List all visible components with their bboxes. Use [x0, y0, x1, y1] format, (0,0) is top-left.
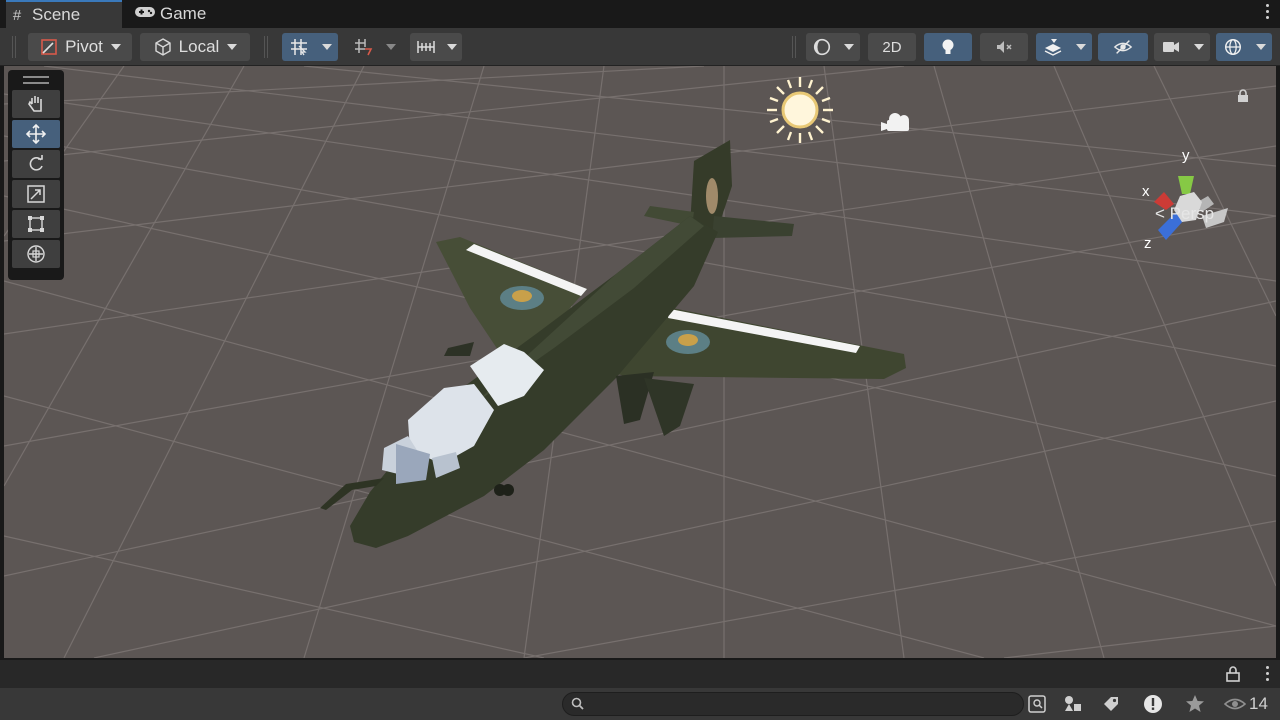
chevron-down-icon	[446, 44, 457, 50]
lighting-toggle[interactable]	[924, 33, 972, 61]
ruler-icon	[416, 37, 436, 57]
label-tag-icon[interactable]	[1100, 694, 1122, 714]
shapes-filter-icon[interactable]	[1062, 694, 1084, 714]
chevron-down-icon[interactable]	[385, 44, 396, 50]
y-axis-cone	[1178, 176, 1194, 194]
orientation-gizmo[interactable]: y x z	[1136, 146, 1236, 256]
z-axis-label: z	[1144, 235, 1152, 252]
bottom-toolbar: 14	[0, 688, 1280, 720]
grid-snap-toggle[interactable]	[282, 33, 338, 61]
increment-snap-toggle[interactable]	[346, 33, 402, 61]
lock-icon[interactable]	[1226, 666, 1240, 687]
chevron-down-icon	[227, 44, 238, 50]
layers-effects-icon	[1043, 37, 1063, 57]
effects-dropdown[interactable]	[1036, 33, 1092, 61]
chevron-down-icon[interactable]	[321, 44, 332, 50]
eye-slash-icon	[1113, 37, 1133, 57]
pivot-label: Pivot	[65, 37, 103, 56]
visible-count: 14	[1249, 694, 1268, 713]
scale-tool-button[interactable]	[12, 180, 60, 208]
transform-tool-button[interactable]	[12, 240, 60, 268]
status-strip	[0, 660, 1280, 688]
speaker-muted-icon	[994, 37, 1014, 57]
rotate-icon	[29, 155, 43, 171]
scene-toolbar: Pivot Local 2D	[0, 28, 1280, 66]
aircraft-model	[320, 140, 906, 548]
y-axis-label: y	[1182, 147, 1190, 164]
shaded-sphere-icon	[812, 37, 832, 57]
pivot-dropdown[interactable]: Pivot	[28, 33, 132, 61]
star-favorite-icon[interactable]	[1184, 694, 1206, 714]
chevron-down-icon	[110, 44, 121, 50]
tab-scene-label: Scene	[32, 5, 81, 24]
toolbar-grip	[792, 36, 796, 58]
gamepad-icon	[134, 5, 156, 23]
scene-visibility-toggle[interactable]	[1098, 33, 1148, 61]
rect-transform-icon	[28, 216, 44, 232]
local-cube-icon	[153, 37, 173, 57]
eye-visibility-icon[interactable]	[1224, 694, 1246, 714]
draw-mode-dropdown[interactable]	[806, 33, 860, 61]
chevron-down-icon	[1193, 44, 1204, 50]
gizmo-lock-icon[interactable]	[1237, 89, 1249, 108]
window-menu-icon[interactable]	[1264, 4, 1270, 22]
camera-dropdown[interactable]	[1154, 33, 1210, 61]
rect-tool-button[interactable]	[12, 210, 60, 238]
projection-label: Persp	[1169, 204, 1215, 223]
tab-game-label: Game	[160, 4, 207, 23]
tab-bar: # Scene Game	[0, 0, 1280, 28]
lightbulb-icon	[938, 37, 958, 57]
gizmos-dropdown[interactable]	[1216, 33, 1272, 61]
local-dropdown[interactable]: Local	[140, 33, 250, 61]
scene-camera-icon	[881, 113, 909, 131]
globe-gizmo-icon	[1223, 37, 1243, 57]
warning-alert-icon[interactable]	[1142, 694, 1164, 714]
scene-viewport[interactable]: y x z < Persp	[4, 66, 1276, 658]
pivot-icon	[39, 37, 59, 57]
toolbar-grip	[12, 36, 16, 58]
video-camera-icon	[1161, 37, 1181, 57]
projection-toggle[interactable]: < Persp	[1155, 204, 1214, 224]
hand-icon	[28, 96, 42, 112]
chevron-down-icon[interactable]	[1255, 44, 1266, 50]
audio-toggle[interactable]	[980, 33, 1028, 61]
local-label: Local	[178, 37, 220, 56]
scale-icon	[27, 185, 45, 203]
rotate-tool-button[interactable]	[12, 150, 60, 178]
tab-game[interactable]: Game	[134, 0, 234, 28]
transform-icon	[27, 245, 45, 263]
search-icon	[571, 697, 585, 716]
search-by-type-icon[interactable]	[1026, 694, 1048, 714]
chevron-down-icon	[844, 44, 854, 50]
overlay-drag-handle[interactable]	[23, 76, 49, 84]
2d-toggle[interactable]: 2D	[868, 33, 916, 61]
tab-scene[interactable]: # Scene	[6, 0, 122, 28]
chevron-left-icon: <	[1155, 204, 1170, 223]
x-axis-label: x	[1142, 183, 1150, 200]
hand-tool-button[interactable]	[12, 90, 60, 118]
sun-light-icon	[767, 77, 833, 143]
toolbar-grip	[264, 36, 268, 58]
increment-snap-icon	[353, 37, 373, 57]
ruler-snap-dropdown[interactable]	[410, 33, 462, 61]
search-field[interactable]	[562, 692, 1024, 716]
scene-grid	[4, 66, 1276, 658]
move-arrows-icon	[25, 123, 47, 145]
move-tool-button[interactable]	[12, 120, 60, 148]
grid-snap-icon	[289, 37, 309, 57]
chevron-down-icon[interactable]	[1075, 44, 1086, 50]
panel-menu-icon[interactable]	[1264, 666, 1270, 684]
grid-hash-icon: #	[12, 6, 22, 24]
tools-overlay	[8, 70, 64, 280]
